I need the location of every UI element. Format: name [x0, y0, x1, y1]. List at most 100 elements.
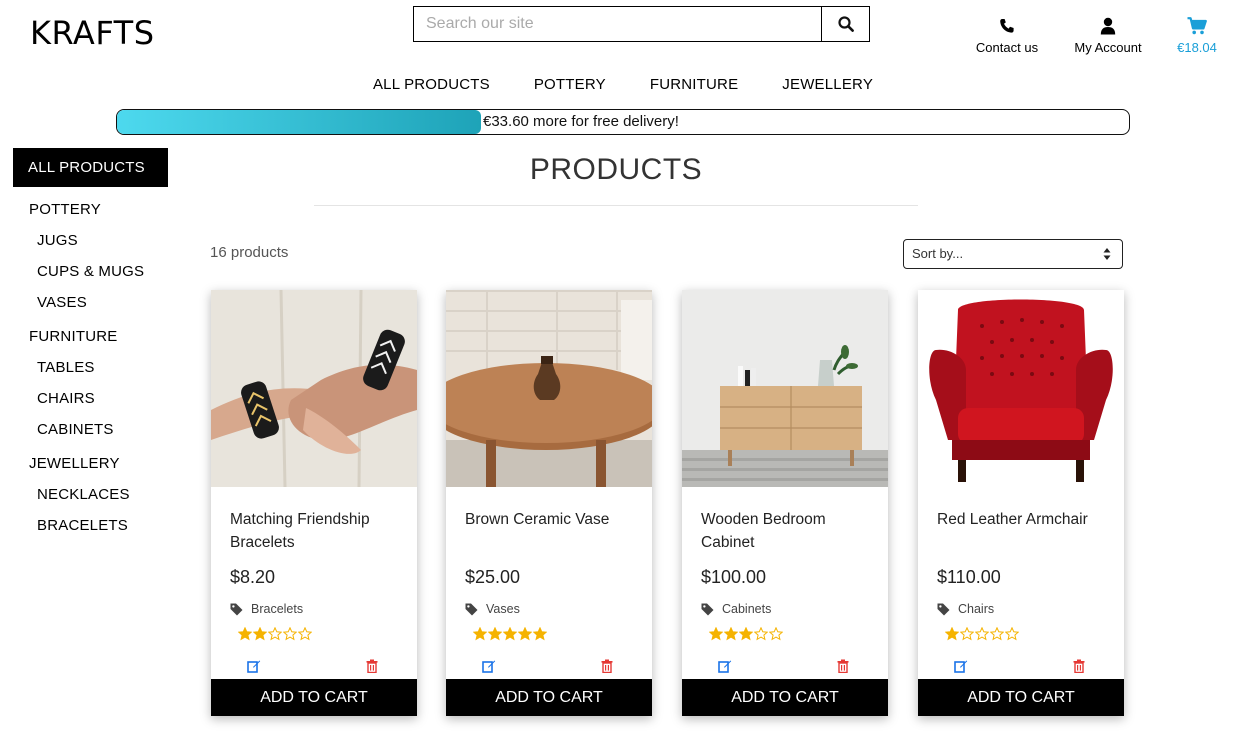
sidebar-item-jugs[interactable]: JUGS	[13, 230, 168, 252]
tag-icon	[701, 603, 714, 615]
contact-label: Contact us	[975, 40, 1039, 55]
star-empty-icon	[990, 627, 1004, 641]
free-delivery-progress: €33.60 more for free delivery!	[116, 109, 1130, 135]
product-category-tag[interactable]: Bracelets	[230, 602, 303, 616]
edit-icon[interactable]	[247, 659, 261, 673]
product-price: $110.00	[937, 567, 1001, 587]
edit-icon[interactable]	[954, 659, 968, 673]
sidebar-item-cups-mugs[interactable]: CUPS & MUGS	[13, 261, 168, 283]
trash-icon[interactable]	[1073, 659, 1085, 673]
product-name[interactable]: Red Leather Armchair	[937, 508, 1112, 531]
star-empty-icon	[960, 627, 974, 641]
star-empty-icon	[1005, 627, 1019, 641]
star-filled-icon	[488, 627, 502, 641]
product-card: Red Leather Armchair $110.00 Chairs ADD …	[918, 290, 1124, 716]
trash-icon[interactable]	[366, 659, 378, 673]
product-name[interactable]: Wooden Bedroom Cabinet	[701, 508, 876, 554]
account-link[interactable]: My Account	[1066, 16, 1150, 55]
product-image-vase[interactable]	[446, 290, 652, 487]
star-empty-icon	[298, 627, 312, 641]
product-card: Wooden Bedroom Cabinet $100.00 Cabinets …	[682, 290, 888, 716]
search-icon	[837, 16, 854, 32]
star-filled-icon	[533, 627, 547, 641]
sidebar-item-bracelets[interactable]: BRACELETS	[13, 515, 168, 537]
nav-furniture[interactable]: FURNITURE	[650, 76, 738, 93]
nav-pottery[interactable]: POTTERY	[534, 76, 606, 93]
product-category: Bracelets	[251, 602, 304, 616]
product-rating	[473, 627, 547, 641]
sidebar-item-vases[interactable]: VASES	[13, 292, 168, 314]
sort-select[interactable]: Sort by...	[903, 239, 1123, 269]
sidebar-item-chairs[interactable]: CHAIRS	[13, 388, 168, 410]
sidebar-item-all-products[interactable]: ALL PRODUCTS	[13, 148, 168, 187]
product-category-tag[interactable]: Cabinets	[701, 602, 771, 616]
product-count: 16 products	[210, 244, 289, 261]
star-empty-icon	[975, 627, 989, 641]
star-filled-icon	[503, 627, 517, 641]
product-image-cabinet[interactable]	[682, 290, 888, 487]
add-to-cart-button[interactable]: ADD TO CART	[446, 679, 652, 716]
product-category: Vases	[486, 602, 520, 616]
product-name[interactable]: Matching Friendship Bracelets	[230, 508, 405, 554]
sidebar-item-necklaces[interactable]: NECKLACES	[13, 484, 168, 506]
sidebar-item-tables[interactable]: TABLES	[13, 357, 168, 379]
title-divider	[314, 205, 918, 206]
product-rating	[709, 627, 783, 641]
product-name[interactable]: Brown Ceramic Vase	[465, 508, 640, 531]
cart-total: €18.04	[1177, 40, 1217, 55]
star-filled-icon	[739, 627, 753, 641]
product-category-tag[interactable]: Chairs	[937, 602, 994, 616]
nav-jewellery[interactable]: JEWELLERY	[782, 76, 873, 93]
contact-link[interactable]: Contact us	[968, 16, 1046, 55]
page-title: PRODUCTS	[529, 153, 703, 186]
product-card: Matching Friendship Bracelets $8.20 Brac…	[211, 290, 417, 716]
star-filled-icon	[518, 627, 532, 641]
sidebar-item-furniture[interactable]: FURNITURE	[13, 326, 168, 348]
star-filled-icon	[724, 627, 738, 641]
tag-icon	[937, 603, 950, 615]
star-empty-icon	[283, 627, 297, 641]
user-icon	[1100, 17, 1116, 35]
product-image-bracelets[interactable]	[211, 290, 417, 487]
category-sidebar: ALL PRODUCTS POTTERY JUGS CUPS & MUGS VA…	[13, 148, 168, 537]
star-filled-icon	[253, 627, 267, 641]
star-empty-icon	[268, 627, 282, 641]
nav-all-products[interactable]: ALL PRODUCTS	[373, 76, 490, 93]
sidebar-item-cabinets[interactable]: CABINETS	[13, 419, 168, 441]
add-to-cart-button[interactable]: ADD TO CART	[211, 679, 417, 716]
star-filled-icon	[945, 627, 959, 641]
main-nav: ALL PRODUCTS POTTERY FURNITURE JEWELLERY	[0, 76, 1246, 93]
star-filled-icon	[238, 627, 252, 641]
tag-icon	[230, 603, 243, 615]
trash-icon[interactable]	[837, 659, 849, 673]
edit-icon[interactable]	[482, 659, 496, 673]
search-button[interactable]	[821, 7, 869, 41]
product-price: $25.00	[465, 567, 521, 587]
product-price: $8.20	[230, 567, 276, 587]
product-category: Chairs	[958, 602, 995, 616]
edit-icon[interactable]	[718, 659, 732, 673]
star-empty-icon	[754, 627, 768, 641]
product-rating	[945, 627, 1019, 641]
sort-arrows-icon	[1103, 248, 1111, 260]
product-rating	[238, 627, 312, 641]
phone-icon	[1000, 19, 1014, 33]
product-image-armchair[interactable]	[918, 290, 1124, 487]
sort-select-value: Sort by...	[912, 246, 964, 261]
add-to-cart-button[interactable]: ADD TO CART	[918, 679, 1124, 716]
product-category: Cabinets	[722, 602, 772, 616]
free-delivery-message: €33.60 more for free delivery!	[483, 113, 679, 130]
add-to-cart-button[interactable]: ADD TO CART	[682, 679, 888, 716]
star-filled-icon	[473, 627, 487, 641]
product-price: $100.00	[701, 567, 767, 587]
tag-icon	[465, 603, 478, 615]
cart-link[interactable]: €18.04	[1170, 16, 1224, 55]
sidebar-item-pottery[interactable]: POTTERY	[13, 199, 168, 221]
trash-icon[interactable]	[601, 659, 613, 673]
search-input[interactable]	[414, 7, 821, 41]
free-delivery-progress-fill	[117, 110, 482, 134]
product-card: Brown Ceramic Vase $25.00 Vases ADD TO C…	[446, 290, 652, 716]
product-category-tag[interactable]: Vases	[465, 602, 520, 616]
sidebar-item-jewellery[interactable]: JEWELLERY	[13, 453, 168, 475]
site-logo[interactable]: KRAFTS	[30, 14, 155, 52]
